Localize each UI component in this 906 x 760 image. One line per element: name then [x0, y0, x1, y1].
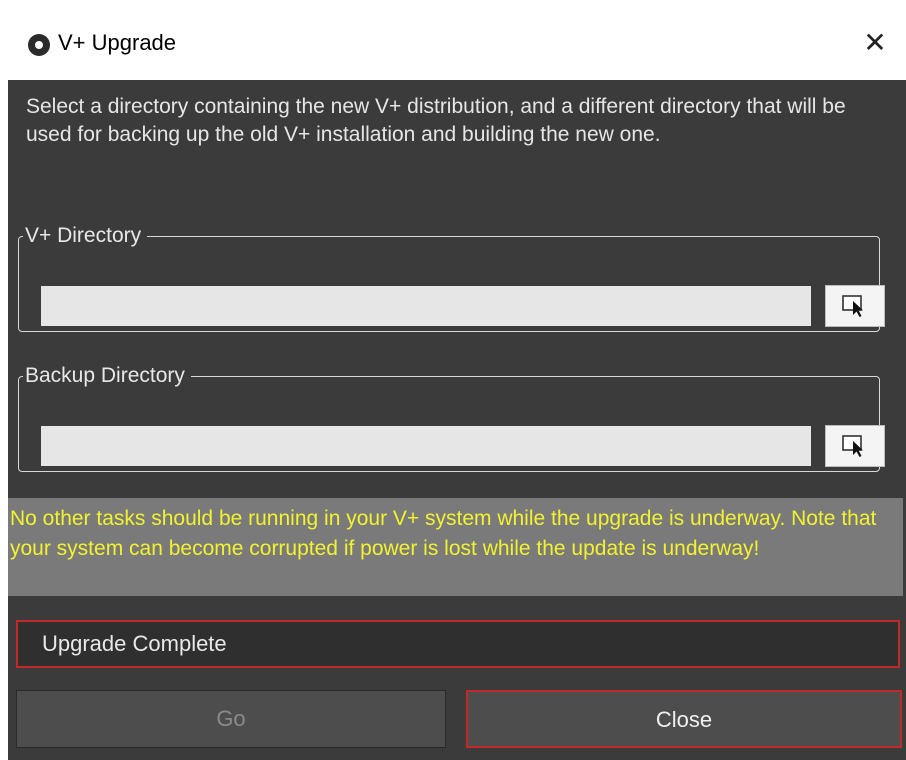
backup-directory-input[interactable] — [41, 426, 811, 466]
instructions-text: Select a directory containing the new V+… — [26, 95, 846, 146]
status-field: Upgrade Complete — [16, 620, 900, 668]
vplus-browse-button[interactable] — [825, 285, 885, 327]
go-button[interactable]: Go — [16, 690, 446, 748]
window-title: V+ Upgrade — [58, 30, 177, 55]
upgrade-dialog: V+ Upgrade ✕ Select a directory containi… — [0, 0, 906, 760]
cursor-select-icon — [842, 435, 863, 457]
vplus-directory-label: V+ Directory — [25, 224, 142, 247]
app-logo-icon — [28, 34, 50, 56]
vplus-directory-input[interactable] — [41, 286, 811, 326]
close-icon[interactable]: ✕ — [860, 28, 890, 58]
vplus-directory-group: V+ Directory — [18, 224, 885, 332]
cursor-select-icon — [842, 295, 863, 317]
close-button[interactable]: Close — [466, 690, 902, 748]
backup-directory-label: Backup Directory — [25, 364, 185, 387]
warning-message: No other tasks should be running in your… — [8, 498, 903, 596]
title-bar: V+ Upgrade ✕ — [0, 0, 906, 80]
backup-directory-group: Backup Directory — [18, 364, 885, 472]
backup-browse-button[interactable] — [825, 425, 885, 467]
